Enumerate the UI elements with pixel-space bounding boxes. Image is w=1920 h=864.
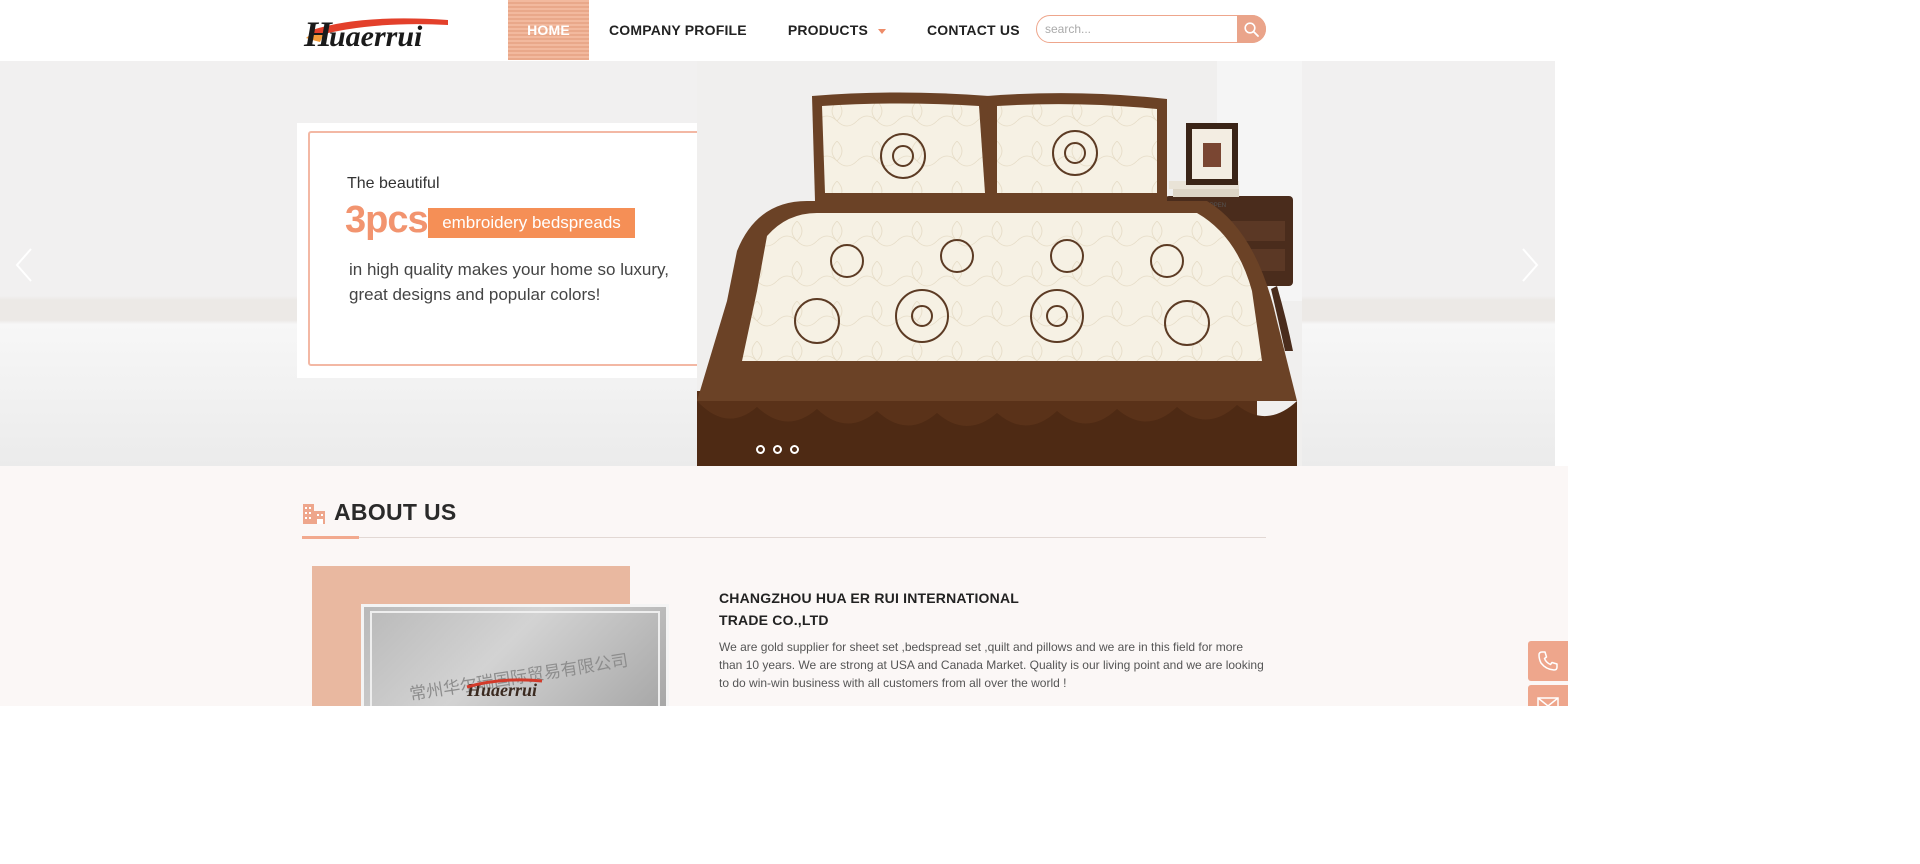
svg-text:uaerrui: uaerrui [329,20,423,52]
chevron-right-icon [1522,248,1539,282]
caret-down-icon [878,28,886,34]
section-title: ABOUT US [334,499,457,525]
promo-highlight: 3pcs [345,199,429,241]
company-name-line1: CHANGZHOU HUA ER RUI INTERNATIONAL [719,590,1020,606]
float-mail-button[interactable] [1528,685,1568,706]
company-description: We are gold supplier for sheet set ,beds… [719,640,1264,690]
hero-slider: The beautiful 3pcs embroidery bedspreads… [0,61,1555,466]
nav-home[interactable]: HOME [508,0,589,60]
main-nav: HOME COMPANY PROFILE PRODUCTS CONTACT US [508,0,1020,60]
bed-product-image: KELLY HOPPEN [697,61,1302,466]
promo-tag: embroidery bedspreads [428,208,635,238]
slider-pagination [756,445,799,454]
section-divider-accent [302,536,359,539]
slider-dot-3[interactable] [790,445,799,454]
nav-products-label: PRODUCTS [787,22,868,38]
promo-description: in high quality makes your home so luxur… [349,257,709,307]
phone-icon [1538,651,1558,671]
search-input[interactable] [1045,20,1235,38]
promo-headline: The beautiful [347,175,440,192]
slider-next-button[interactable] [1520,247,1540,283]
promo-desc-line2: great designs and popular colors! [349,285,601,304]
company-photo-frame: 常州华尔瑞国际贸易有限公司 Huaerrui [370,611,660,706]
company-name: CHANGZHOU HUA ER RUI INTERNATIONAL TRADE… [719,587,1019,631]
float-phone-button[interactable] [1528,641,1568,681]
slider-dot-1[interactable] [756,445,765,454]
company-name-line2: TRADE CO.,LTD [719,612,829,628]
site-header: H uaerrui HOME COMPANY PROFILE PRODUCTS … [0,0,1568,61]
section-divider [302,537,1266,538]
nav-products[interactable]: PRODUCTS [788,0,886,60]
about-section: ABOUT US 常州华尔瑞国际贸易有限公司 Huaerrui CHANGZHO… [0,466,1568,706]
company-photo: 常州华尔瑞国际贸易有限公司 Huaerrui [361,604,669,706]
site-logo[interactable]: H uaerrui [302,8,452,54]
promo-desc-line1: in high quality makes your home so luxur… [349,260,670,279]
banner-edge [1555,61,1568,466]
mail-icon [1537,697,1559,706]
building-icon [303,504,325,524]
slider-dot-2[interactable] [773,445,782,454]
page: H uaerrui HOME COMPANY PROFILE PRODUCTS … [0,0,1568,706]
search-icon [1244,21,1259,37]
nav-contact-us[interactable]: CONTACT US [927,0,1020,60]
nav-company-profile[interactable]: COMPANY PROFILE [609,0,747,60]
chevron-left-icon [15,248,32,282]
search-box [1036,15,1266,43]
search-button[interactable] [1237,15,1266,43]
slider-prev-button[interactable] [14,247,34,283]
